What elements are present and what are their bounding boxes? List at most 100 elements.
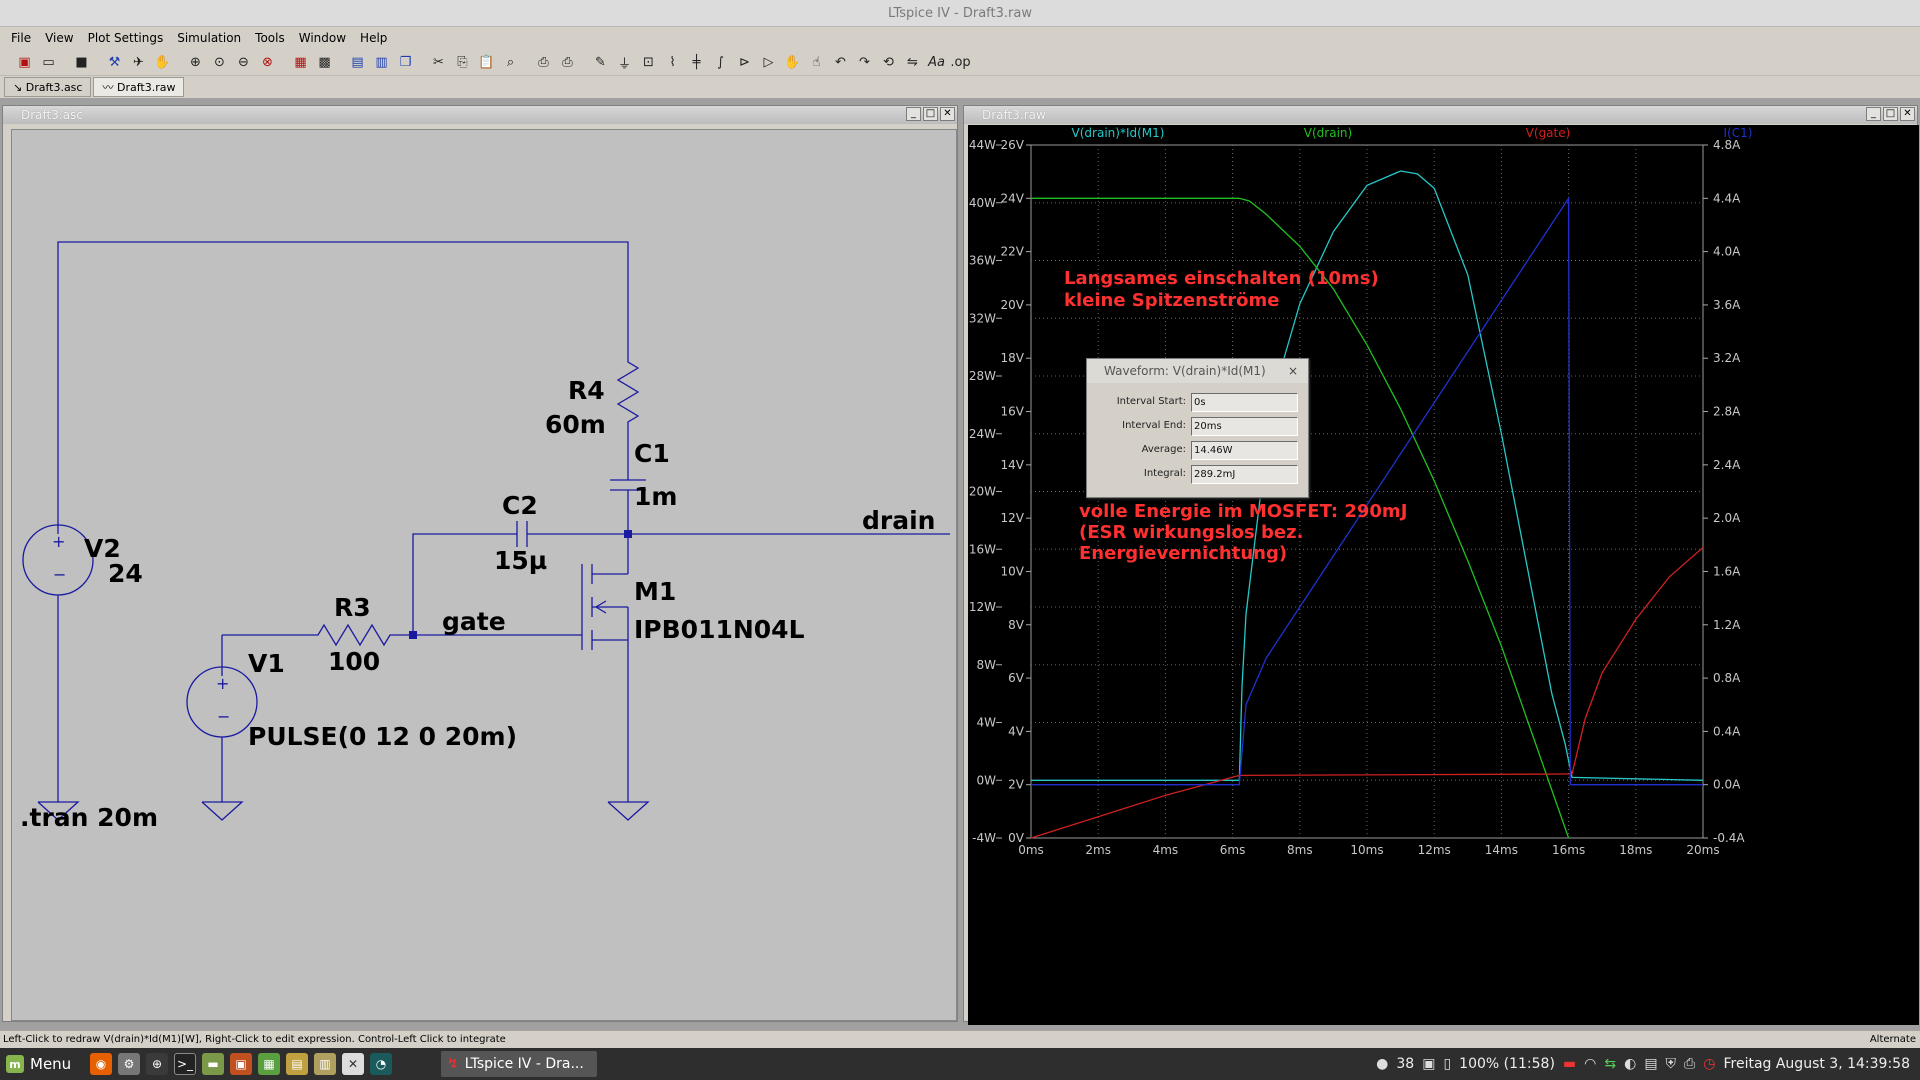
clipboard-icon[interactable]: ▣ [1422,1056,1435,1072]
a-axis-tick-label: 1.2A [1713,618,1741,632]
minimize-button[interactable]: _ [1866,107,1881,121]
network-icon[interactable]: ⇆ [1604,1056,1616,1072]
taskbar-ltspice[interactable]: ↯ LTspice IV - Dra... [441,1051,597,1077]
zoom-in-icon[interactable]: ⊕ [185,52,206,73]
printer-icon[interactable]: ⎙ [1684,1056,1695,1072]
new-schematic-icon[interactable]: ▣ [14,52,35,73]
tile-vertical-icon[interactable]: ▥ [371,52,392,73]
undo-icon[interactable]: ↶ [830,52,851,73]
series-line-2[interactable] [1030,547,1704,839]
interval-start-field[interactable]: 0s [1191,393,1298,412]
spice-directive-icon[interactable]: .op [950,52,971,73]
menu-window[interactable]: Window [292,27,353,49]
print-preview-icon[interactable]: ⎙ [533,52,554,73]
paste-icon[interactable]: 📋 [476,52,497,73]
grid-icon[interactable]: ▩ [314,52,335,73]
wire-icon[interactable]: ✎ [590,52,611,73]
menu-view[interactable]: View [38,27,80,49]
plot-window-titlebar[interactable]: Draft3.raw _ □ ✕ [964,106,1917,124]
menu-help[interactable]: Help [353,27,394,49]
tab-draft3-asc[interactable]: ↘ Draft3.asc [4,77,92,97]
open-icon[interactable]: ▭ [38,52,59,73]
zoom-pan-icon[interactable]: ⊙ [209,52,230,73]
wifi-icon[interactable]: ◠ [1584,1056,1596,1072]
flag-icon[interactable]: ▬ [1563,1056,1576,1072]
dialog-title-bar[interactable]: Waveform: V(drain)*Id(M1) × [1087,359,1308,383]
package-icon[interactable]: ⊕ [146,1053,168,1075]
volume-icon[interactable]: ◐ [1624,1056,1636,1072]
move-icon[interactable]: ✋ [782,52,803,73]
diode-icon[interactable]: ⊳ [734,52,755,73]
v-axis-tick-label: 16V [1001,405,1025,419]
find-icon[interactable]: ⌕ [500,52,521,73]
ground-icon[interactable]: ⏚ [614,52,635,73]
a-axis-tick-label: 0.8A [1713,671,1741,685]
menu-tools[interactable]: Tools [248,27,292,49]
schematic-window-titlebar[interactable]: Draft3.asc _ □ ✕ [3,106,957,124]
battery-icon[interactable]: ▯ [1443,1056,1451,1072]
component-icon[interactable]: ▷ [758,52,779,73]
autorange-icon[interactable]: ▦ [290,52,311,73]
annotation-text: volle Energie im MOSFET: 290mJ [1079,501,1407,522]
update-icon[interactable]: ● [1376,1056,1388,1072]
menu-file[interactable]: File [4,27,38,49]
close-button[interactable]: ✕ [1900,107,1915,121]
a-axis-tick-label: 4.0A [1713,245,1741,259]
drag-icon[interactable]: ☝ [806,52,827,73]
dialog-row-interval-start: Interval Start: 0s [1087,393,1310,413]
resistor-icon[interactable]: ⌇ [662,52,683,73]
zoom-fit-icon[interactable]: ⊗ [257,52,278,73]
control-panel-icon[interactable]: ⚒ [104,52,125,73]
firefox-icon[interactable]: ◉ [90,1053,112,1075]
rotate-icon[interactable]: ⟲ [878,52,899,73]
halt-icon[interactable]: ✋ [152,52,173,73]
redo-icon[interactable]: ↷ [854,52,875,73]
minimize-button[interactable]: _ [906,107,921,121]
schematic-canvas[interactable]: + − + − R4 60m C1 1m C2 15µ drain V2 24 … [11,129,957,1021]
legend-label-0[interactable]: V(drain)*Id(M1) [1072,126,1165,140]
mirror-icon[interactable]: ⇋ [902,52,923,73]
cascade-icon[interactable]: ❐ [395,52,416,73]
tab-draft3-raw[interactable]: 〰 Draft3.raw [93,77,185,97]
menu-plot-settings[interactable]: Plot Settings [81,27,171,49]
maximize-button[interactable]: □ [1883,107,1898,121]
tile-horizontal-icon[interactable]: ▤ [347,52,368,73]
integral-field[interactable]: 289.2mJ [1191,465,1298,484]
x-tick-label: 4ms [1153,843,1179,857]
a-axis-tick-label: 4.8A [1713,138,1741,152]
start-menu-button[interactable]: m Menu [6,1048,71,1080]
shield-icon[interactable]: ⛨ [1666,1056,1677,1072]
dialog-row-interval-end: Interval End: 20ms [1087,417,1310,437]
waveform-plot[interactable]: 0ms 2ms 4ms 6ms 8ms 10ms 12ms 14ms 16ms 18ms 20ms -… [968,125,1919,1025]
cut-icon[interactable]: ✂ [428,52,449,73]
calc-icon[interactable]: ▦ [258,1053,280,1075]
archive-icon[interactable]: ▥ [314,1053,336,1075]
interval-end-field[interactable]: 20ms [1191,417,1298,436]
folder-icon[interactable]: ▬ [202,1053,224,1075]
alarm-icon[interactable]: ◷ [1703,1056,1715,1072]
zoom-out-icon[interactable]: ⊖ [233,52,254,73]
legend-label-3[interactable]: I(C1) [1724,126,1753,140]
text-icon[interactable]: Aa [926,52,947,73]
terminal-icon[interactable]: >_ [174,1053,196,1075]
run-icon[interactable]: ✈ [128,52,149,73]
app-icon[interactable]: ▣ [230,1053,252,1075]
save-icon[interactable]: ■ [71,52,92,73]
legend-label-2[interactable]: V(gate) [1526,126,1571,140]
copy-icon[interactable]: ⎘ [452,52,473,73]
chart-icon[interactable]: ▤ [286,1053,308,1075]
legend-label-1[interactable]: V(drain) [1304,126,1352,140]
menu-simulation[interactable]: Simulation [170,27,248,49]
average-field[interactable]: 14.46W [1191,441,1298,460]
close-button[interactable]: ✕ [940,107,955,121]
label-icon[interactable]: ⊡ [638,52,659,73]
clock-icon[interactable]: ◔ [370,1053,392,1075]
inductor-icon[interactable]: ∫ [710,52,731,73]
document-icon[interactable]: ✕ [342,1053,364,1075]
settings-icon[interactable]: ⚙ [118,1053,140,1075]
print-icon[interactable]: ⎙ [557,52,578,73]
usb-icon[interactable]: ▤ [1644,1056,1657,1072]
capacitor-icon[interactable]: ╪ [686,52,707,73]
close-icon[interactable]: × [1288,359,1298,383]
maximize-button[interactable]: □ [923,107,938,121]
